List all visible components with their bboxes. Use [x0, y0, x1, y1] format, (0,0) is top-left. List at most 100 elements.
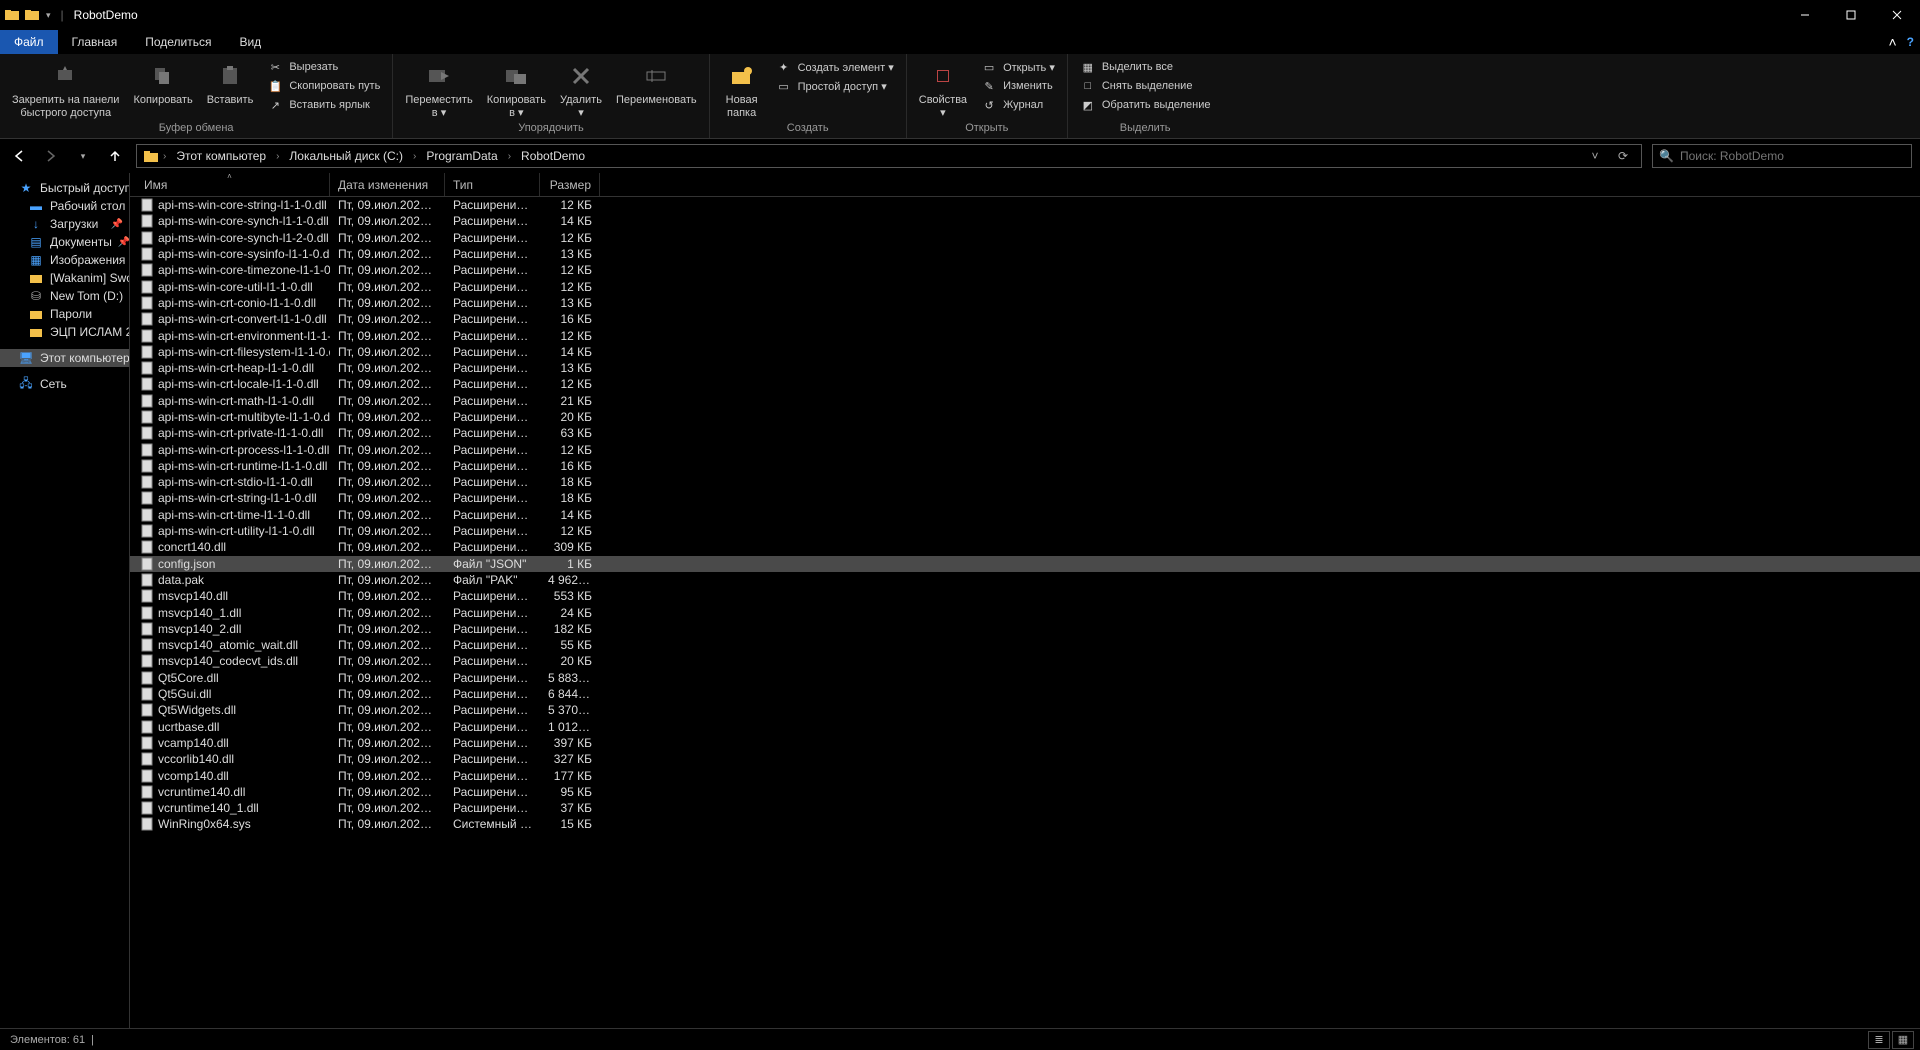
file-row[interactable]: api-ms-win-crt-private-l1-1-0.dllПт, 09.… [130, 425, 1920, 441]
file-row[interactable]: Qt5Widgets.dllПт, 09.июл.2021 15:00Расши… [130, 702, 1920, 718]
tab-share[interactable]: Поделиться [131, 30, 225, 54]
tab-home[interactable]: Главная [58, 30, 132, 54]
open-button[interactable]: ▭Открыть ▾ [975, 58, 1061, 76]
search-box[interactable]: 🔍 [1652, 144, 1912, 168]
file-row[interactable]: msvcp140_atomic_wait.dllПт, 09.июл.2021 … [130, 637, 1920, 653]
file-row[interactable]: api-ms-win-core-timezone-l1-1-0.dllПт, 0… [130, 262, 1920, 278]
invert-selection-button[interactable]: ◩Обратить выделение [1074, 96, 1217, 114]
cut-button[interactable]: ✂Вырезать [261, 58, 386, 76]
sidebar-downloads[interactable]: ↓Загрузки📌 [0, 215, 129, 233]
edit-button[interactable]: ✎Изменить [975, 77, 1061, 95]
sidebar-documents[interactable]: ▤Документы📌 [0, 233, 129, 251]
rename-button[interactable]: Переименовать [610, 56, 703, 107]
file-row[interactable]: api-ms-win-crt-conio-l1-1-0.dllПт, 09.ию… [130, 295, 1920, 311]
maximize-button[interactable] [1828, 0, 1874, 30]
file-row[interactable]: api-ms-win-crt-string-l1-1-0.dllПт, 09.и… [130, 490, 1920, 506]
file-row[interactable]: api-ms-win-core-synch-l1-2-0.dllПт, 09.и… [130, 230, 1920, 246]
sidebar-passwords[interactable]: Пароли [0, 305, 129, 323]
tab-view[interactable]: Вид [225, 30, 275, 54]
file-row[interactable]: api-ms-win-core-sysinfo-l1-1-0.dllПт, 09… [130, 246, 1920, 262]
chevron-right-icon[interactable]: › [163, 151, 166, 162]
search-input[interactable] [1680, 149, 1905, 163]
file-row[interactable]: api-ms-win-crt-filesystem-l1-1-0.dllПт, … [130, 344, 1920, 360]
sidebar-wakanim[interactable]: [Wakanim] Sword A [0, 269, 129, 287]
view-details-button[interactable]: ≣ [1868, 1031, 1890, 1049]
close-button[interactable] [1874, 0, 1920, 30]
file-row[interactable]: api-ms-win-crt-stdio-l1-1-0.dllПт, 09.ию… [130, 474, 1920, 490]
file-row[interactable]: vcruntime140.dllПт, 09.июл.2021 15:00Рас… [130, 784, 1920, 800]
help-button[interactable]: ? [1907, 35, 1914, 49]
file-row[interactable]: api-ms-win-crt-environment-l1-1-0.dllПт,… [130, 327, 1920, 343]
file-row[interactable]: api-ms-win-crt-multibyte-l1-1-0.dllПт, 0… [130, 409, 1920, 425]
pin-quickaccess-button[interactable]: Закрепить на панели быстрого доступа [6, 56, 125, 120]
file-row[interactable]: api-ms-win-core-util-l1-1-0.dllПт, 09.ию… [130, 278, 1920, 294]
copy-path-button[interactable]: 📋Скопировать путь [261, 77, 386, 95]
file-row[interactable]: concrt140.dllПт, 09.июл.2021 15:00Расшир… [130, 539, 1920, 555]
file-row[interactable]: api-ms-win-crt-heap-l1-1-0.dllПт, 09.июл… [130, 360, 1920, 376]
tab-file[interactable]: Файл [0, 30, 58, 54]
nav-forward-button[interactable] [40, 145, 62, 167]
select-none-button[interactable]: □Снять выделение [1074, 77, 1217, 95]
file-row[interactable]: data.pakПт, 09.июл.2021 15:00Файл "PAK"4… [130, 572, 1920, 588]
sidebar-quick-access[interactable]: ★Быстрый доступ [0, 179, 129, 197]
move-to-button[interactable]: Переместить в ▾ [399, 56, 478, 120]
breadcrumb-programdata[interactable]: ProgramData [420, 149, 503, 163]
file-row[interactable]: api-ms-win-core-string-l1-1-0.dllПт, 09.… [130, 197, 1920, 213]
col-type-header[interactable]: Тип [445, 173, 540, 196]
paste-shortcut-button[interactable]: ↗Вставить ярлык [261, 96, 386, 114]
file-list[interactable]: api-ms-win-core-string-l1-1-0.dllПт, 09.… [130, 197, 1920, 1028]
delete-button[interactable]: Удалить ▾ [554, 56, 608, 120]
easy-access-button[interactable]: ▭Простой доступ ▾ [770, 77, 900, 95]
file-row[interactable]: Qt5Core.dllПт, 09.июл.2021 15:00Расширен… [130, 670, 1920, 686]
sidebar-network[interactable]: 🖧Сеть [0, 375, 129, 393]
select-all-button[interactable]: ▦Выделить все [1074, 58, 1217, 76]
refresh-button[interactable]: ⟳ [1611, 144, 1635, 168]
file-row[interactable]: vcomp140.dllПт, 09.июл.2021 15:00Расшире… [130, 767, 1920, 783]
file-row[interactable]: vccorlib140.dllПт, 09.июл.2021 15:00Расш… [130, 751, 1920, 767]
chevron-right-icon[interactable]: › [276, 151, 279, 162]
file-row[interactable]: api-ms-win-crt-runtime-l1-1-0.dllПт, 09.… [130, 458, 1920, 474]
address-dropdown-button[interactable]: ˅ [1583, 144, 1607, 168]
sidebar-pictures[interactable]: ▦Изображения📌 [0, 251, 129, 269]
address-bar[interactable]: › Этот компьютер › Локальный диск (C:) ›… [136, 144, 1642, 168]
file-row[interactable]: WinRing0x64.sysПт, 09.июл.2021 15:00Сист… [130, 816, 1920, 832]
breadcrumb-disk[interactable]: Локальный диск (C:) [283, 149, 409, 163]
sidebar-newtom[interactable]: ⛁New Tom (D:) [0, 287, 129, 305]
copy-button[interactable]: Копировать [127, 56, 198, 107]
file-row[interactable]: msvcp140_codecvt_ids.dllПт, 09.июл.2021 … [130, 653, 1920, 669]
file-row[interactable]: Qt5Gui.dllПт, 09.июл.2021 15:00Расширени… [130, 686, 1920, 702]
new-item-button[interactable]: ✦Создать элемент ▾ [770, 58, 900, 76]
file-row[interactable]: api-ms-win-crt-locale-l1-1-0.dllПт, 09.и… [130, 376, 1920, 392]
breadcrumb-folder[interactable]: RobotDemo [515, 149, 591, 163]
new-folder-button[interactable]: Новая папка [716, 56, 768, 120]
file-row[interactable]: api-ms-win-crt-process-l1-1-0.dllПт, 09.… [130, 441, 1920, 457]
sidebar-ecp[interactable]: ЭЦП ИСЛАМ 2021 [0, 323, 129, 341]
file-row[interactable]: msvcp140_2.dllПт, 09.июл.2021 15:00Расши… [130, 621, 1920, 637]
col-size-header[interactable]: Размер [540, 173, 600, 196]
col-date-header[interactable]: Дата изменения [330, 173, 445, 196]
file-row[interactable]: ucrtbase.dllПт, 09.июл.2021 15:00Расшире… [130, 719, 1920, 735]
file-row[interactable]: api-ms-win-crt-utility-l1-1-0.dllПт, 09.… [130, 523, 1920, 539]
file-row[interactable]: msvcp140.dllПт, 09.июл.2021 15:00Расшире… [130, 588, 1920, 604]
paste-button[interactable]: Вставить [201, 56, 260, 107]
file-row[interactable]: vcruntime140_1.dllПт, 09.июл.2021 15:00Р… [130, 800, 1920, 816]
ribbon-collapse-button[interactable]: ˄ [1888, 34, 1896, 50]
nav-back-button[interactable] [8, 145, 30, 167]
sidebar-desktop[interactable]: ▬Рабочий стол📌 [0, 197, 129, 215]
col-name-header[interactable]: Имя˄ [130, 173, 330, 196]
minimize-button[interactable] [1782, 0, 1828, 30]
history-button[interactable]: ↺Журнал [975, 96, 1061, 114]
chevron-right-icon[interactable]: › [413, 151, 416, 162]
file-row[interactable]: api-ms-win-crt-convert-l1-1-0.dllПт, 09.… [130, 311, 1920, 327]
sidebar-this-pc[interactable]: 🖥Этот компьютер [0, 349, 129, 367]
copy-to-button[interactable]: Копировать в ▾ [481, 56, 552, 120]
breadcrumb-thispc[interactable]: Этот компьютер [170, 149, 272, 163]
file-row[interactable]: vcamp140.dllПт, 09.июл.2021 15:00Расшире… [130, 735, 1920, 751]
chevron-right-icon[interactable]: › [508, 151, 511, 162]
view-icons-button[interactable]: ▦ [1892, 1031, 1914, 1049]
nav-recent-button[interactable]: ▾ [72, 145, 94, 167]
file-row[interactable]: msvcp140_1.dllПт, 09.июл.2021 15:00Расши… [130, 604, 1920, 620]
properties-button[interactable]: Свойства ▾ [913, 56, 973, 120]
qa-dropdown-icon[interactable]: ▾ [44, 10, 53, 21]
file-row[interactable]: api-ms-win-crt-time-l1-1-0.dllПт, 09.июл… [130, 507, 1920, 523]
